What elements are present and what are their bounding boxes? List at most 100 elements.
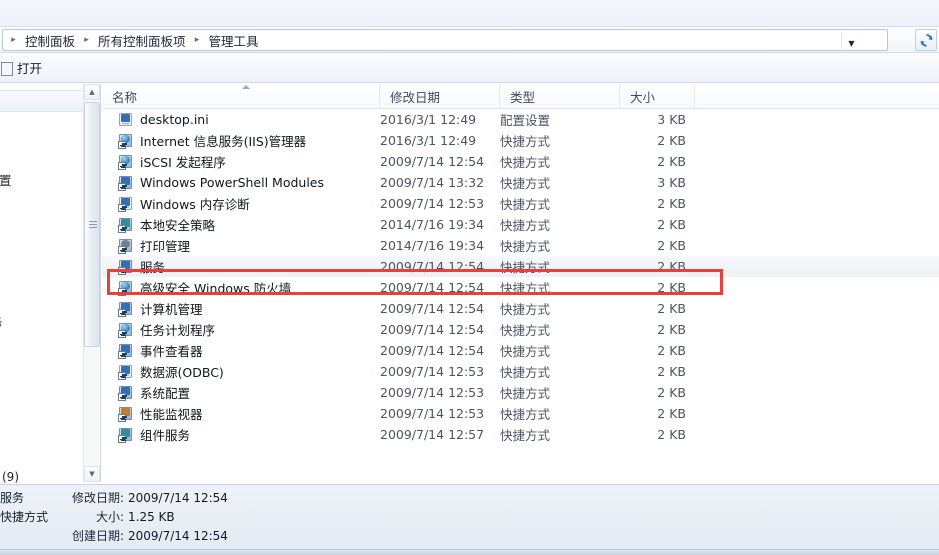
chevron-down-icon[interactable]: ▼ (841, 33, 861, 53)
table-row[interactable]: Internet 信息服务(IIS)管理器 2016/3/1 12:49 快捷方式 2… (102, 130, 939, 151)
nav-item[interactable]: 务 (0, 312, 3, 331)
details-field-value: 1.25 KB (128, 510, 175, 524)
file-date-cell: 2009/7/14 12:53 (380, 385, 485, 400)
file-name-label: desktop.ini (140, 112, 209, 127)
file-name-cell: 系统配置 (118, 383, 190, 402)
table-row[interactable]: 任务计划程序 2009/7/14 12:54 快捷方式 2 KB (102, 319, 939, 340)
column-header-size[interactable]: 大小 (620, 84, 695, 108)
powershell-modules-shortcut-icon (118, 175, 134, 191)
file-type-cell: 快捷方式 (500, 197, 551, 212)
system-configuration-shortcut-icon (118, 385, 134, 401)
file-size-cell: 2 KB (657, 238, 686, 253)
column-header-row: 名称 修改日期 类型 大小 (102, 84, 939, 109)
breadcrumb-item-administrative-tools[interactable]: 管理工具 (204, 30, 264, 50)
table-row[interactable]: Windows 内存诊断 2009/7/14 12:53 快捷方式 2 KB (102, 193, 939, 214)
details-name-line: 服务 (0, 491, 25, 505)
file-name-label: 高级安全 Windows 防火墙 (140, 281, 292, 296)
table-row[interactable]: Windows PowerShell Modules 2009/7/14 13:3… (102, 172, 939, 193)
column-header-name-label: 名称 (112, 89, 138, 105)
table-row[interactable]: 本地安全策略 2014/7/16 19:34 快捷方式 2 KB (102, 214, 939, 235)
file-type-cell: 快捷方式 (500, 134, 551, 149)
file-size-cell: 2 KB (657, 217, 686, 232)
file-type-cell: 快捷方式 (500, 386, 551, 401)
nav-scrollbar-thumb[interactable] (84, 102, 100, 347)
table-row[interactable]: 高级安全 Windows 防火墙 2009/7/14 12:54 快捷方式 2 KB (102, 277, 939, 298)
file-name-label: 服务 (140, 260, 166, 275)
table-row[interactable]: desktop.ini 2016/3/1 12:49 配置设置 3 KB (102, 109, 939, 130)
details-name-line: 快捷方式 (0, 510, 48, 524)
column-header-name[interactable]: 名称 (102, 84, 380, 108)
file-name-cell: desktop.ini (118, 112, 209, 128)
file-name-cell: 本地安全策略 (118, 215, 215, 234)
window-title-strip (0, 0, 939, 26)
file-size-cell: 2 KB (657, 385, 686, 400)
file-date-cell: 2009/7/14 13:32 (380, 175, 485, 190)
print-management-shortcut-icon (118, 238, 134, 254)
nav-item[interactable]: 的位置 (0, 170, 12, 189)
nav-scrollbar[interactable]: ▲ ▼ (83, 84, 100, 482)
performance-monitor-shortcut-icon (118, 406, 134, 422)
local-security-policy-shortcut-icon (118, 217, 134, 233)
iscsi-initiator-shortcut-icon (118, 154, 134, 170)
file-name-cell: iSCSI 发起程序 (118, 152, 226, 171)
file-name-label: iSCSI 发起程序 (140, 155, 226, 170)
breadcrumb-item-control-panel[interactable]: 控制面板 (20, 30, 80, 50)
breadcrumb-item-all-control-panel-items[interactable]: 所有控制面板项 (93, 30, 191, 50)
column-header-type[interactable]: 类型 (500, 84, 620, 108)
file-rows: desktop.ini 2016/3/1 12:49 配置设置 3 KB Interne… (102, 109, 939, 445)
file-name-label: 计算机管理 (140, 302, 203, 317)
file-name-cell: Windows PowerShell Modules (118, 175, 324, 191)
file-name-cell: Windows 内存诊断 (118, 194, 250, 213)
refresh-icon[interactable] (915, 29, 937, 51)
address-bar[interactable]: ▸ 控制面板 ▸ 所有控制面板项 ▸ 管理工具 ▼ (2, 29, 888, 53)
table-row[interactable]: 服务 2009/7/14 12:54 快捷方式 2 KB (102, 256, 939, 277)
column-header-date[interactable]: 修改日期 (380, 84, 500, 108)
details-field-key: 大小: (95, 510, 124, 524)
column-header-size-label: 大小 (630, 89, 656, 105)
file-type-cell: 快捷方式 (500, 365, 551, 380)
details-name-block: 服务 快捷方式 (0, 489, 48, 527)
file-size-cell: 2 KB (657, 196, 686, 211)
column-header-date-label: 修改日期 (390, 89, 441, 105)
file-name-label: Internet 信息服务(IIS)管理器 (140, 134, 307, 149)
details-field-value: 2009/7/14 12:54 (128, 529, 228, 543)
details-field-key: 创建日期: (71, 529, 124, 543)
file-type-cell: 快捷方式 (500, 428, 551, 443)
file-date-cell: 2009/7/14 12:54 (380, 301, 485, 316)
file-size-cell: 2 KB (657, 259, 686, 274)
details-field-value: 2009/7/14 12:54 (128, 491, 228, 505)
file-name-label: 系统配置 (140, 386, 191, 401)
nav-selected-item[interactable] (0, 90, 84, 112)
file-size-cell: 2 KB (657, 301, 686, 316)
file-date-cell: 2016/3/1 12:49 (380, 133, 477, 148)
file-name-label: 任务计划程序 (140, 323, 216, 338)
file-date-cell: 2009/7/14 12:54 (380, 154, 485, 169)
details-field-row: 创建日期: 2009/7/14 12:54 (50, 527, 228, 546)
computer-management-shortcut-icon (118, 301, 134, 317)
open-button[interactable]: 打开 (0, 56, 49, 80)
file-name-cell: 事件查看器 (118, 341, 203, 360)
navigation-pane[interactable]: 的位置ion库务 ▲ ▼ (0, 84, 101, 482)
column-header-type-label: 类型 (510, 89, 536, 105)
file-name-cell: 性能监视器 (118, 404, 203, 423)
table-row[interactable]: iSCSI 发起程序 2009/7/14 12:54 快捷方式 2 KB (102, 151, 939, 172)
table-row[interactable]: 打印管理 2014/7/16 19:34 快捷方式 2 KB (102, 235, 939, 256)
file-date-cell: 2014/7/16 19:34 (380, 217, 485, 232)
scroll-up-arrow-icon[interactable]: ▲ (84, 84, 100, 100)
nav-item[interactable]: 库 (0, 264, 1, 283)
table-row[interactable]: 性能监视器 2009/7/14 12:53 快捷方式 2 KB (102, 403, 939, 424)
table-row[interactable]: 系统配置 2009/7/14 12:53 快捷方式 2 KB (102, 382, 939, 403)
file-size-cell: 2 KB (657, 343, 686, 358)
table-row[interactable]: 事件查看器 2009/7/14 12:54 快捷方式 2 KB (102, 340, 939, 361)
file-type-cell: 快捷方式 (500, 281, 551, 296)
task-scheduler-shortcut-icon (118, 322, 134, 338)
file-list-view[interactable]: 名称 修改日期 类型 大小 desktop.ini 2016/3/1 12:49 配… (102, 84, 939, 482)
file-date-cell: 2016/3/1 12:49 (380, 112, 477, 127)
table-row[interactable]: 数据源(ODBC) 2009/7/14 12:53 快捷方式 2 KB (102, 361, 939, 382)
file-name-cell: Internet 信息服务(IIS)管理器 (118, 131, 306, 150)
table-row[interactable]: 计算机管理 2009/7/14 12:54 快捷方式 2 KB (102, 298, 939, 319)
table-row[interactable]: 组件服务 2009/7/14 12:57 快捷方式 2 KB (102, 424, 939, 445)
file-date-cell: 2009/7/14 12:54 (380, 280, 485, 295)
event-viewer-shortcut-icon (118, 343, 134, 359)
odbc-datasource-shortcut-icon (118, 364, 134, 380)
